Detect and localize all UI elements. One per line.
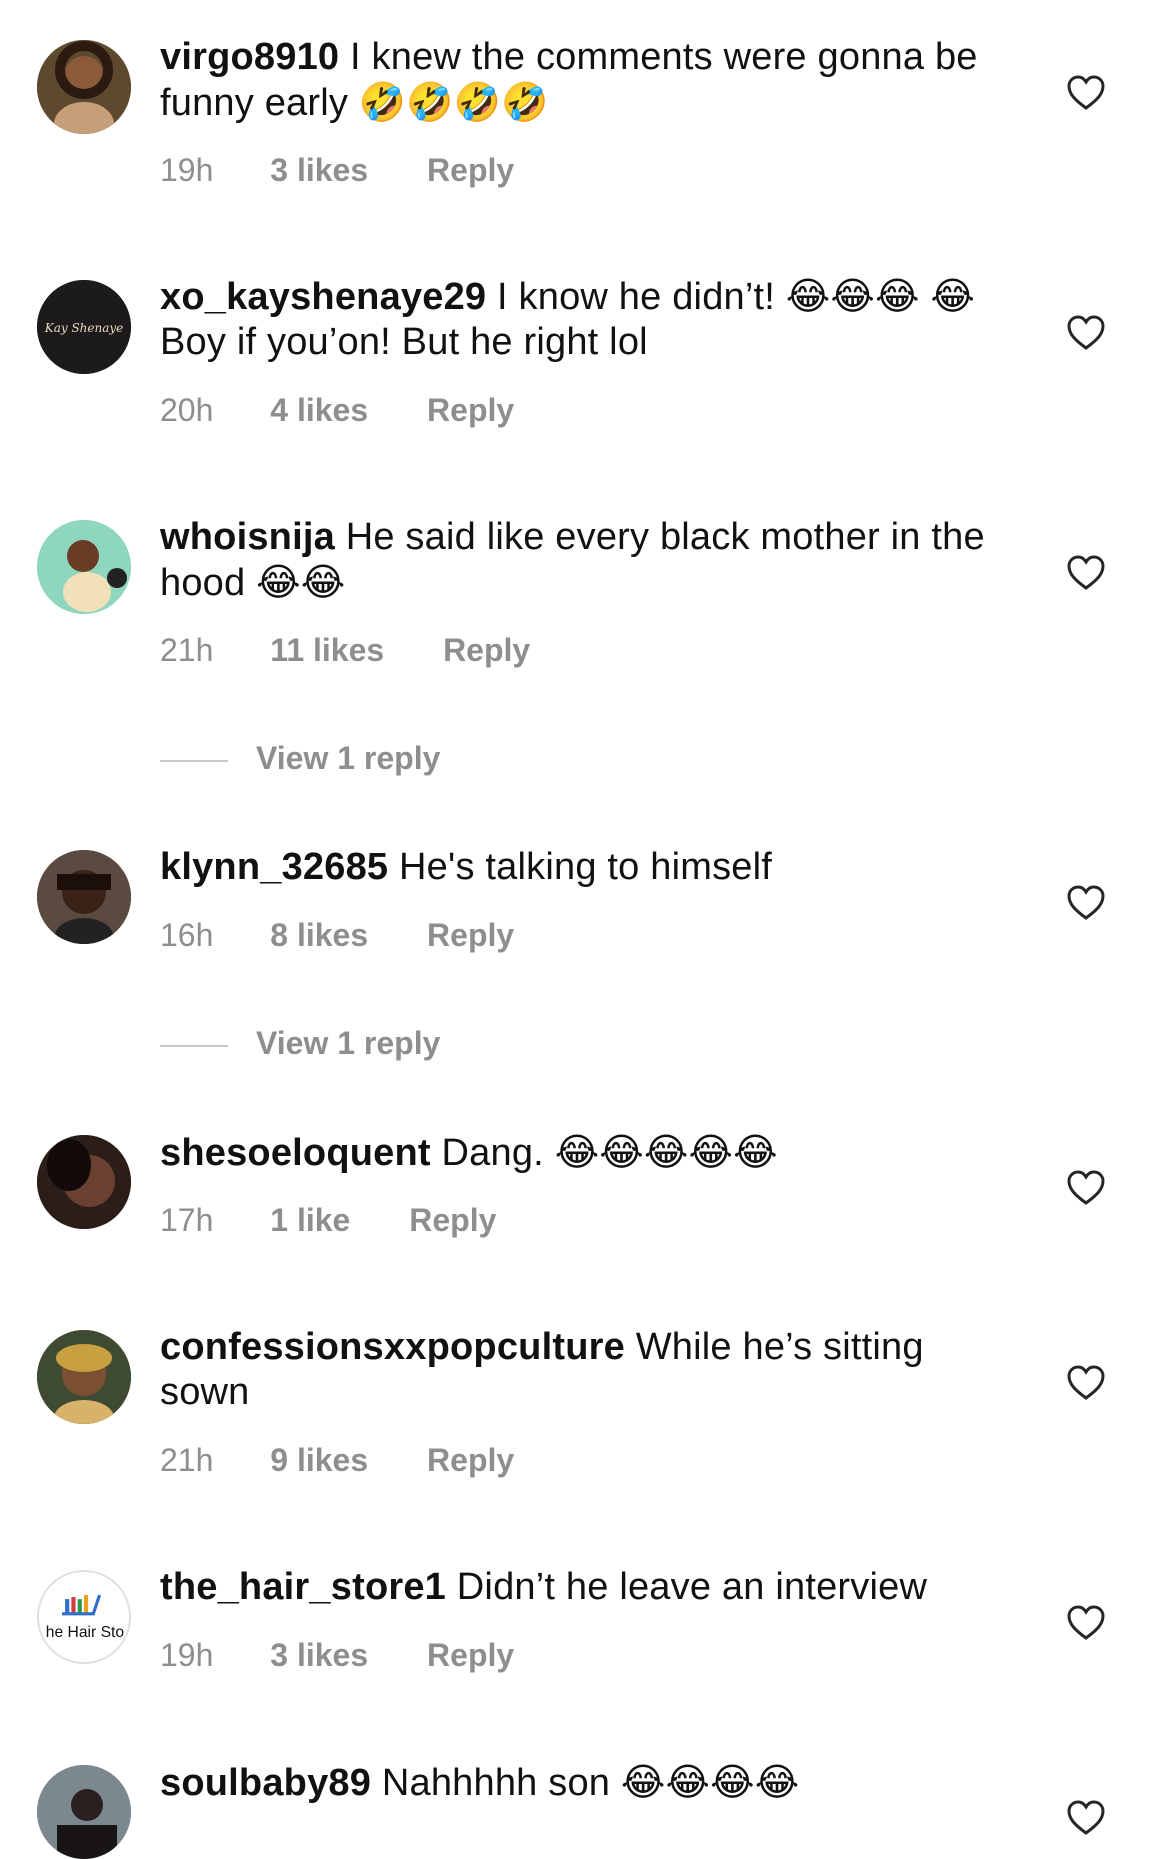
comment-text: confessionsxxpopculture While he’s sitti… (160, 1325, 1010, 1415)
comment-meta: 17h 1 like Reply (160, 1202, 496, 1239)
comment-body: Didn’t he leave an interview (456, 1566, 928, 1608)
comment-emoji: 🤣🤣🤣🤣 (358, 80, 549, 124)
comment-likes[interactable]: 11 likes (270, 632, 384, 669)
comment-username[interactable]: soulbaby89 (160, 1762, 371, 1804)
view-replies-button[interactable]: View 1 reply (160, 740, 440, 777)
comment-emoji: 😂😂 (256, 560, 346, 604)
reply-button[interactable]: Reply (427, 917, 514, 954)
comment-username[interactable]: confessionsxxpopculture (160, 1326, 625, 1368)
comment-username[interactable]: whoisnija (160, 516, 335, 558)
comment-meta: 16h 8 likes Reply (160, 917, 514, 954)
reply-button[interactable]: Reply (443, 632, 530, 669)
comment-username[interactable]: klynn_32685 (160, 846, 388, 888)
comment-text: the_hair_store1 Didn’t he leave an inter… (160, 1565, 1010, 1610)
comment-meta: 19h 3 likes Reply (160, 1637, 514, 1674)
heart-icon[interactable] (1067, 1800, 1105, 1836)
reply-button[interactable]: Reply (409, 1202, 496, 1239)
heart-icon[interactable] (1067, 75, 1105, 111)
avatar[interactable]: he Hair Sto (37, 1570, 131, 1664)
comment-username[interactable]: the_hair_store1 (160, 1566, 446, 1608)
divider-line (160, 759, 228, 762)
view-replies-button[interactable]: View 1 reply (160, 1025, 440, 1062)
comment-likes[interactable]: 3 likes (270, 1637, 368, 1674)
comment-text: shesoeloquent Dang. 😂😂😂😂😂 (160, 1130, 1010, 1176)
comment-username[interactable]: xo_kayshenaye29 (160, 276, 486, 318)
comment-body: Nahhhhh son (381, 1762, 611, 1804)
comment-time: 17h (160, 1202, 214, 1238)
comment-text: whoisnija He said like every black mothe… (160, 515, 1010, 606)
comment-time: 20h (160, 392, 214, 428)
avatar[interactable]: Kay Shenaye (37, 280, 131, 374)
comment-time: 19h (160, 1637, 214, 1673)
comment-text: soulbaby89 Nahhhhh son 😂😂😂😂 (160, 1760, 1010, 1806)
comment-likes[interactable]: 8 likes (270, 917, 368, 954)
comment-text: virgo8910 I knew the comments were gonna… (160, 35, 1010, 126)
avatar-text: he Hair Sto (46, 1624, 125, 1641)
divider-line (160, 1044, 228, 1047)
heart-icon[interactable] (1067, 1605, 1105, 1641)
comment-time: 21h (160, 632, 214, 668)
comment-emoji: 😂😂😂😂 (620, 1760, 800, 1804)
avatar[interactable] (37, 520, 131, 614)
comment-time: 16h (160, 917, 214, 953)
reply-button[interactable]: Reply (427, 1637, 514, 1674)
comment-likes[interactable]: 9 likes (270, 1442, 368, 1479)
comment-likes[interactable]: 3 likes (270, 152, 368, 189)
comment-body: He's talking to himself (399, 846, 773, 888)
comment-meta: 21h 11 likes Reply (160, 632, 530, 669)
comment-username[interactable]: virgo8910 (160, 36, 339, 78)
avatar[interactable] (37, 1765, 131, 1859)
comment-text: klynn_32685 He's talking to himself (160, 845, 1010, 890)
comment-likes[interactable]: 4 likes (270, 392, 368, 429)
comment-meta: 21h 9 likes Reply (160, 1442, 514, 1479)
view-replies-label: View 1 reply (256, 1025, 441, 1061)
heart-icon[interactable] (1067, 885, 1105, 921)
comment-likes[interactable]: 1 like (270, 1202, 350, 1239)
comment-meta: 20h 4 likes Reply (160, 392, 514, 429)
comment-time: 19h (160, 152, 214, 188)
heart-icon[interactable] (1067, 1365, 1105, 1401)
view-replies-label: View 1 reply (256, 740, 441, 776)
heart-icon[interactable] (1067, 1170, 1105, 1206)
comment-username[interactable]: shesoeloquent (160, 1132, 431, 1174)
reply-button[interactable]: Reply (427, 1442, 514, 1479)
reply-button[interactable]: Reply (427, 392, 514, 429)
comment-text: xo_kayshenaye29 I know he didn’t! 😂😂😂 😂 … (160, 275, 1010, 365)
comment-body: Dang. (441, 1132, 544, 1174)
comment-time: 21h (160, 1442, 214, 1478)
reply-button[interactable]: Reply (427, 152, 514, 189)
avatar[interactable] (37, 40, 131, 134)
heart-icon[interactable] (1067, 555, 1105, 591)
comment-meta: 19h 3 likes Reply (160, 152, 514, 189)
avatar[interactable] (37, 1330, 131, 1424)
avatar[interactable] (37, 850, 131, 944)
avatar-text: Kay Shenaye (44, 321, 124, 335)
avatar[interactable] (37, 1135, 131, 1229)
heart-icon[interactable] (1067, 315, 1105, 351)
comment-emoji: 😂😂😂😂😂 (554, 1130, 778, 1174)
